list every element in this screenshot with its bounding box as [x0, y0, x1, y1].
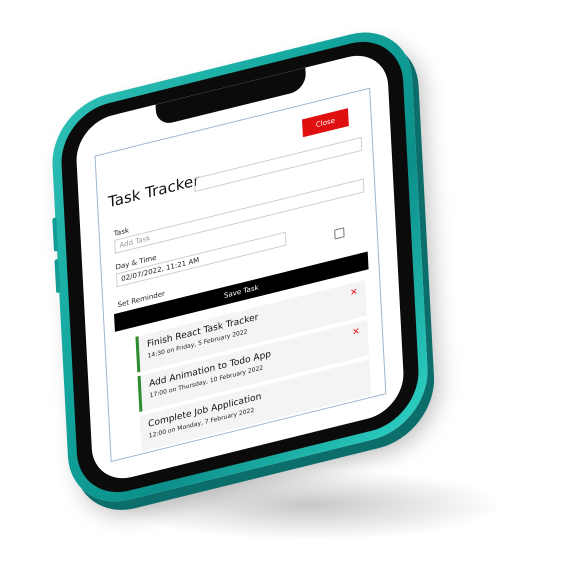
device-mockup: Close Task Tracker Task Day & Time Set R… — [0, 0, 582, 582]
close-button[interactable]: Close — [301, 108, 349, 138]
close-x-icon[interactable]: ✕ — [352, 327, 360, 339]
page-title: Task Tracker — [107, 171, 200, 212]
phone-screen: Close Task Tracker Task Day & Time Set R… — [74, 47, 406, 487]
reminder-checkbox[interactable] — [334, 227, 345, 240]
close-x-icon[interactable]: ✕ — [350, 287, 358, 299]
phone: Close Task Tracker Task Day & Time Set R… — [49, 20, 431, 514]
task-tracker-app: Close Task Tracker Task Day & Time Set R… — [94, 87, 387, 463]
